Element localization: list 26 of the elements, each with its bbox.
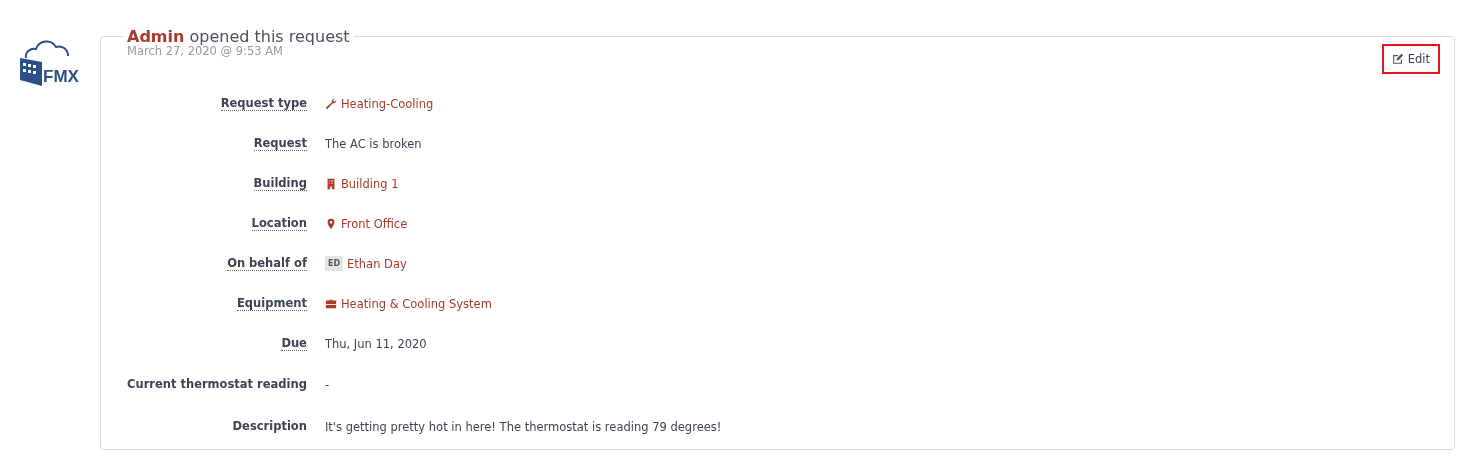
field-value: Thu, Jun 11, 2020 xyxy=(324,336,427,351)
edit-icon xyxy=(1391,53,1404,65)
field-value: It's getting pretty hot in here! The thermostat is reading 79 degrees! xyxy=(324,419,722,434)
field-value: - xyxy=(324,377,330,392)
field-label: Description xyxy=(232,418,307,435)
timestamp: March 27, 2020 @ 9:53 AM xyxy=(127,44,283,58)
briefcase-icon xyxy=(324,297,337,310)
field-label: On behalf of xyxy=(227,256,307,271)
field-link[interactable]: Heating-Cooling xyxy=(340,96,434,111)
field-label: Building xyxy=(253,176,307,191)
person-link[interactable]: Ethan Day xyxy=(347,256,407,271)
edit-button[interactable]: Edit xyxy=(1381,44,1440,74)
logo-drawing: FMX xyxy=(18,38,80,88)
field-label: Current thermostat reading xyxy=(127,376,307,393)
avatar-initials: ED xyxy=(324,256,344,271)
field-label: Location xyxy=(251,216,307,231)
field-label: Request xyxy=(253,136,307,151)
field-label: Due xyxy=(281,336,307,351)
field-link[interactable]: Front Office xyxy=(340,216,408,231)
field-value: The AC is broken xyxy=(324,136,422,151)
field-link[interactable]: Building 1 xyxy=(340,176,399,191)
wrench-icon xyxy=(324,97,337,110)
field-link[interactable]: Heating & Cooling System xyxy=(340,296,492,311)
field-label: Equipment xyxy=(237,296,307,311)
request-title: Admin opened this request xyxy=(126,27,351,46)
field-label: Request type xyxy=(220,96,307,111)
